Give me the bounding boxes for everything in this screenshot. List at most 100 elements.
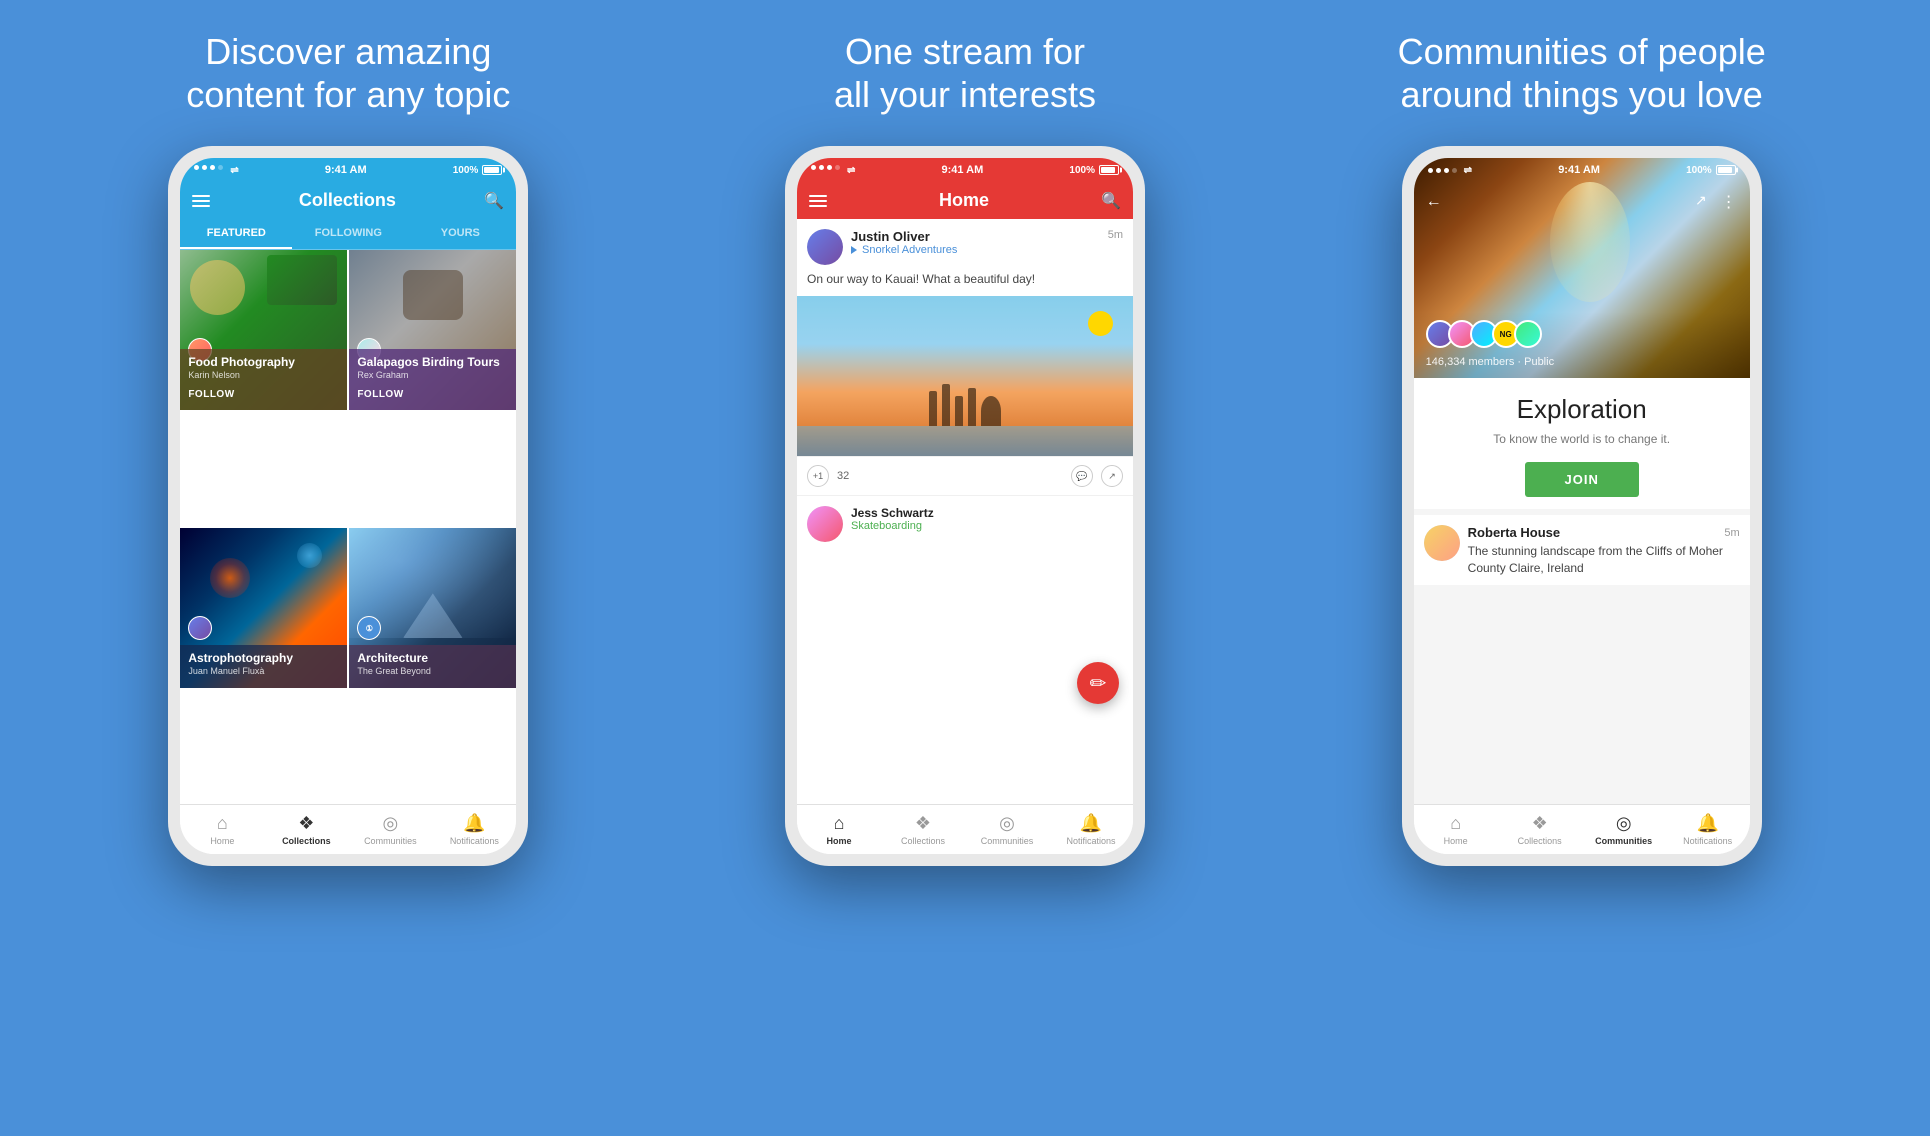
card-food-title: Food Photography xyxy=(188,355,339,369)
post1-avatar xyxy=(807,229,843,265)
dot4-3 xyxy=(1452,168,1457,173)
back-icon[interactable]: ← xyxy=(1426,193,1442,211)
communities-icon-3: ◎ xyxy=(1616,813,1632,834)
battery-fill-2 xyxy=(1101,167,1115,173)
nav1-notifications[interactable]: 🔔 Notifications xyxy=(432,809,516,850)
nav3-notifications[interactable]: 🔔 Notifications xyxy=(1666,809,1750,850)
community-post-avatar xyxy=(1424,525,1460,561)
card-bird[interactable]: Galapagos Birding Tours Rex Graham FOLLO… xyxy=(349,250,516,410)
dot3-2 xyxy=(827,165,832,170)
nav1-communities[interactable]: ◎ Communities xyxy=(348,809,432,850)
share-icon[interactable]: ↗ xyxy=(1695,192,1707,212)
nav1-collections[interactable]: ❖ Collections xyxy=(264,809,348,850)
collections-icon-1: ❖ xyxy=(298,813,314,834)
post1-meta: Justin Oliver Snorkel Adventures xyxy=(851,229,1100,256)
post1-actions: +1 32 💬 ↗ xyxy=(797,456,1133,495)
phone-2: ⇌ 9:41 AM 100% xyxy=(785,146,1145,866)
member-avatar-4 xyxy=(1514,320,1542,348)
nav1-home[interactable]: ⌂ Home xyxy=(180,809,264,850)
post2-author: Jess Schwartz xyxy=(851,506,934,520)
main-container: Discover amazing content for any topic ⇌ xyxy=(0,0,1930,1136)
phone-1: ⇌ 9:41 AM 100% xyxy=(168,146,528,866)
community-hero: ⇌ 9:41 AM 100% ← xyxy=(1414,158,1750,378)
nav2-notifications[interactable]: 🔔 Notifications xyxy=(1049,809,1133,850)
share-btn[interactable]: ↗ xyxy=(1101,465,1123,487)
fab-compose[interactable]: ✏ xyxy=(1077,662,1119,704)
community-feed-space xyxy=(1414,585,1750,805)
communities-icon-2: ◎ xyxy=(999,813,1015,834)
dot3-3 xyxy=(1444,168,1449,173)
plus-label: +1 xyxy=(813,471,823,481)
nav1-communities-label: Communities xyxy=(364,836,417,846)
dot2 xyxy=(202,165,207,170)
sun xyxy=(1088,311,1113,336)
nav1-notifications-label: Notifications xyxy=(450,836,499,846)
post1-header: Justin Oliver Snorkel Adventures 5m xyxy=(797,219,1133,271)
menu-line-3 xyxy=(192,205,210,207)
more-icon[interactable]: ⋮ xyxy=(1721,192,1738,212)
figure-4 xyxy=(968,388,976,426)
community-desc: To know the world is to change it. xyxy=(1426,431,1738,448)
nav2-home[interactable]: ⌂ Home xyxy=(797,809,881,850)
nav3-collections[interactable]: ❖ Collections xyxy=(1498,809,1582,850)
community-header-controls: ← ↗ ⋮ xyxy=(1414,182,1750,222)
nav3-home[interactable]: ⌂ Home xyxy=(1414,809,1498,850)
post1-image xyxy=(797,296,1133,456)
home-icon-2: ⌂ xyxy=(834,813,845,834)
card-food-follow[interactable]: FOLLOW xyxy=(188,389,234,400)
figure-3 xyxy=(955,396,963,426)
signal-dots-3: ⇌ xyxy=(1428,165,1472,176)
tab-following[interactable]: FOLLOWING xyxy=(292,219,404,249)
hamburger-menu-2[interactable] xyxy=(809,195,827,207)
card-food[interactable]: Food Photography Karin Nelson FOLLOW xyxy=(180,250,347,410)
card-arch[interactable]: ① Architecture The Great Beyond xyxy=(349,528,516,688)
community-post-text: The stunning landscape from the Cliffs o… xyxy=(1468,543,1740,577)
nav3-collections-label: Collections xyxy=(1518,836,1562,846)
battery-area-1: 100% xyxy=(453,165,503,176)
time-2: 9:41 AM xyxy=(942,164,984,176)
collections-grid: Food Photography Karin Nelson FOLLOW Gal… xyxy=(180,250,516,804)
community-name: Exploration xyxy=(1426,394,1738,425)
post1-text: On our way to Kauai! What a beautiful da… xyxy=(797,271,1133,296)
post2-community: Skateboarding xyxy=(851,520,934,532)
panel-2: One stream for all your interests ⇌ 9:41… xyxy=(677,30,1254,866)
dot3 xyxy=(210,165,215,170)
nav2-communities[interactable]: ◎ Communities xyxy=(965,809,1049,850)
battery-cap-3 xyxy=(1736,168,1738,173)
nav3-notifications-label: Notifications xyxy=(1683,836,1732,846)
card-bird-follow[interactable]: FOLLOW xyxy=(357,389,403,400)
menu-line-2-2 xyxy=(809,200,827,202)
nebula-star xyxy=(297,543,322,568)
screen1-title: Collections xyxy=(299,190,396,211)
collections-icon-2: ❖ xyxy=(915,813,931,834)
card-astro-title: Astrophotography xyxy=(188,651,339,665)
nav2-collections[interactable]: ❖ Collections xyxy=(881,809,965,850)
menu-line-3-2 xyxy=(809,205,827,207)
battery-pct-2: 100% xyxy=(1069,165,1095,176)
card-bird-author: Rex Graham xyxy=(357,370,508,380)
community-arrow xyxy=(851,246,857,254)
menu-line-1 xyxy=(192,195,210,197)
panel-1: Discover amazing content for any topic ⇌ xyxy=(60,30,637,866)
phone-3: ⇌ 9:41 AM 100% ← xyxy=(1402,146,1762,866)
plus-btn[interactable]: +1 xyxy=(807,465,829,487)
nav3-communities-label: Communities xyxy=(1595,836,1652,846)
community-post-header: Roberta House 5m xyxy=(1468,525,1740,540)
dot2-3 xyxy=(1436,168,1441,173)
card-astro[interactable]: Astrophotography Juan Manuel Fluxà xyxy=(180,528,347,688)
hamburger-menu[interactable] xyxy=(192,195,210,207)
nav2-collections-label: Collections xyxy=(901,836,945,846)
tab-featured[interactable]: FEATURED xyxy=(180,219,292,249)
battery-area-2: 100% xyxy=(1069,165,1119,176)
bird-silhouette xyxy=(403,270,463,320)
tab-yours[interactable]: YOURS xyxy=(404,219,516,249)
nav3-communities[interactable]: ◎ Communities xyxy=(1582,809,1666,850)
time-1: 9:41 AM xyxy=(325,164,367,176)
post1-community[interactable]: Snorkel Adventures xyxy=(851,244,1100,256)
comment-btn[interactable]: 💬 xyxy=(1071,465,1093,487)
join-button[interactable]: JOIN xyxy=(1525,462,1639,497)
search-icon-1[interactable]: 🔍 xyxy=(484,191,504,211)
card-arch-title: Architecture xyxy=(357,651,508,665)
search-icon-2[interactable]: 🔍 xyxy=(1101,191,1121,211)
menu-line-2 xyxy=(192,200,210,202)
